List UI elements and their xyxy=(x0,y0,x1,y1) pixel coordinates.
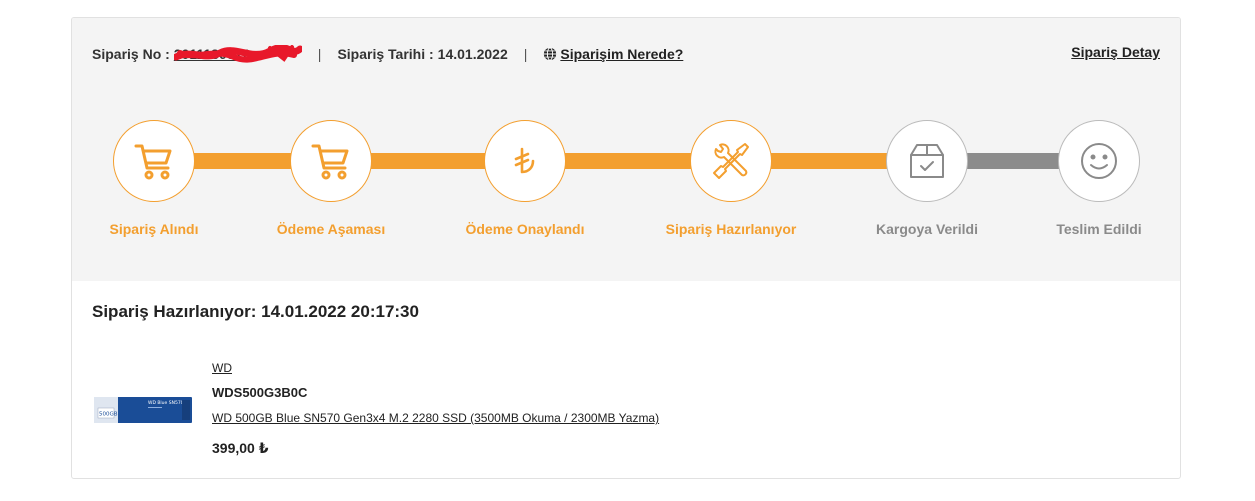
order-info-bar: Sipariş No : 2011130012 | Sipariş Tarihi… xyxy=(92,44,1160,64)
step-label-shipped: Kargoya Verildi xyxy=(876,221,978,237)
product-price: 399,00 ₺ xyxy=(212,440,269,456)
step-label-order-received: Sipariş Alındı xyxy=(109,221,199,237)
step-label-delivered: Teslim Edildi xyxy=(1056,221,1142,237)
step-circle-delivered xyxy=(1058,120,1140,202)
redaction-scribble xyxy=(173,45,302,63)
product-brand-link[interactable]: WD xyxy=(212,361,232,375)
product-name-link[interactable]: WD 500GB Blue SN570 Gen3x4 M.2 2280 SSD … xyxy=(212,411,659,425)
cart-icon xyxy=(311,144,349,180)
box-icon xyxy=(910,144,944,178)
order-card: Sipariş No : 2011130012 | Sipariş Tarihi… xyxy=(71,17,1181,479)
order-detail-link[interactable]: Sipariş Detay xyxy=(1071,44,1160,60)
step-label-payment-approved: Ödeme Onaylandı xyxy=(465,221,585,237)
cart-icon xyxy=(134,144,172,180)
separator: | xyxy=(523,46,528,62)
product-image[interactable]: 500GB WD Blue SN570 xyxy=(94,395,192,425)
product-image-label: WD Blue SN570 xyxy=(148,400,184,406)
step-circle-shipped xyxy=(886,120,968,202)
smile-icon xyxy=(1081,143,1117,179)
step-circle-payment-stage xyxy=(290,120,372,202)
step-circle-payment-approved xyxy=(484,120,566,202)
order-tracker-panel: Sipariş No : 2011130012 | Sipariş Tarihi… xyxy=(72,18,1180,281)
step-label-order-preparing: Sipariş Hazırlanıyor xyxy=(665,221,797,237)
globe-icon xyxy=(544,47,557,61)
order-date-value: 14.01.2022 xyxy=(437,46,508,62)
status-title: Sipariş Hazırlanıyor: 14.01.2022 20:17:3… xyxy=(92,302,419,321)
step-circle-order-preparing xyxy=(690,120,772,202)
order-no-value: 2011130012 xyxy=(173,45,302,63)
order-date-label: Sipariş Tarihi : xyxy=(337,46,434,62)
lira-icon xyxy=(514,147,535,174)
where-is-my-order-link[interactable]: Siparişim Nerede? xyxy=(543,46,683,62)
step-label-payment-stage: Ödeme Aşaması xyxy=(276,221,386,237)
product-image-capacity: 500GB xyxy=(99,412,118,418)
separator: | xyxy=(317,46,322,62)
step-circle-order-received xyxy=(113,120,195,202)
order-no-label: Sipariş No : xyxy=(92,46,170,62)
tools-icon xyxy=(713,143,749,179)
where-is-my-order-text: Siparişim Nerede? xyxy=(560,46,684,62)
product-code: WDS500G3B0C xyxy=(212,385,308,400)
